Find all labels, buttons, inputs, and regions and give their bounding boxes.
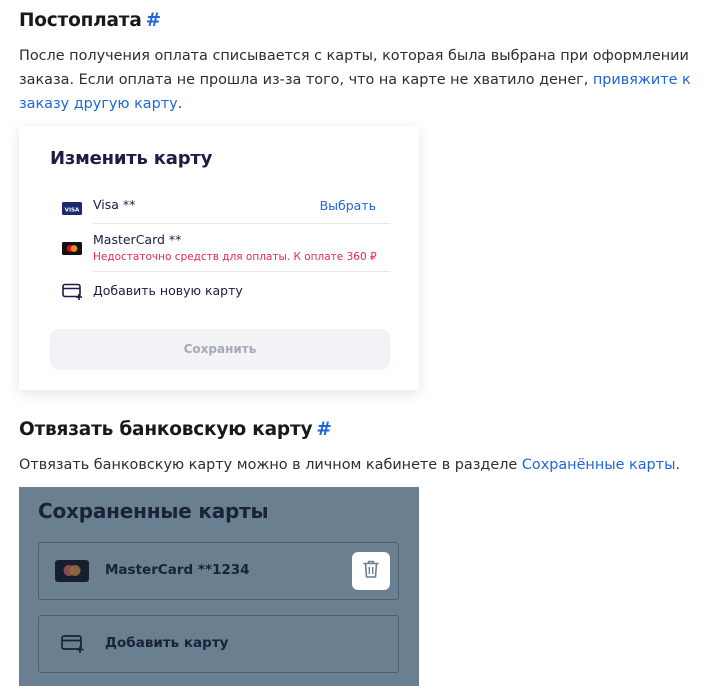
visa-card-label: Visa ** (93, 197, 136, 212)
add-card-icon (62, 283, 84, 305)
mastercard-logo-icon (55, 560, 89, 586)
add-card-icon (61, 634, 85, 658)
postpay-heading-text: Постоплата (19, 10, 142, 31)
select-visa-button[interactable]: Выбрать (320, 198, 376, 213)
postpay-heading: Постоплата # (19, 10, 161, 31)
unlink-heading: Отвязать банковскую карту # (19, 419, 332, 440)
mastercard-label: MasterCard ** (93, 232, 182, 247)
unlink-text-end: . (675, 457, 681, 473)
divider (93, 223, 390, 224)
unlink-text: Отвязать банковскую карту можно в личном… (19, 457, 522, 473)
svg-text:VISA: VISA (65, 207, 80, 213)
add-card-item[interactable]: Добавить карту (38, 615, 399, 673)
saved-cards-link[interactable]: Сохранённые карты (522, 457, 676, 473)
mastercard-card-row[interactable]: MasterCard ** Недостаточно средств для о… (62, 232, 390, 268)
divider (93, 271, 390, 272)
saved-cards-screenshot: Сохраненные карты MasterCard **1234 Доба… (19, 487, 419, 686)
saved-card-label: MasterCard **1234 (105, 562, 250, 578)
change-card-screenshot: Изменить карту VISA Visa ** Выбрать Mast… (19, 126, 419, 390)
unlink-paragraph: Отвязать банковскую карту можно в личном… (19, 453, 714, 477)
postpay-anchor-link[interactable]: # (146, 10, 162, 31)
saved-cards-title: Сохраненные карты (38, 499, 269, 523)
insufficient-funds-error: Недостаточно средств для оплаты. К оплат… (93, 251, 377, 263)
add-card-label: Добавить карту (105, 635, 229, 651)
mastercard-logo-icon (62, 240, 82, 259)
visa-card-row[interactable]: VISA Visa ** Выбрать (62, 197, 390, 217)
postpay-text-end: . (177, 96, 183, 112)
trash-icon (362, 559, 380, 583)
add-new-card-row[interactable]: Добавить новую карту (62, 283, 390, 303)
add-new-card-label: Добавить новую карту (93, 283, 243, 298)
unlink-heading-text: Отвязать банковскую карту (19, 419, 313, 440)
postpay-text: После получения оплата списывается с кар… (19, 48, 689, 88)
unlink-anchor-link[interactable]: # (316, 419, 332, 440)
saved-card-item: MasterCard **1234 (38, 542, 399, 600)
visa-logo-icon: VISA (62, 200, 82, 219)
postpay-paragraph: После получения оплата списывается с кар… (19, 44, 714, 116)
change-card-title: Изменить карту (50, 148, 213, 169)
delete-card-button[interactable] (352, 552, 390, 590)
save-button[interactable]: Сохранить (50, 329, 390, 370)
